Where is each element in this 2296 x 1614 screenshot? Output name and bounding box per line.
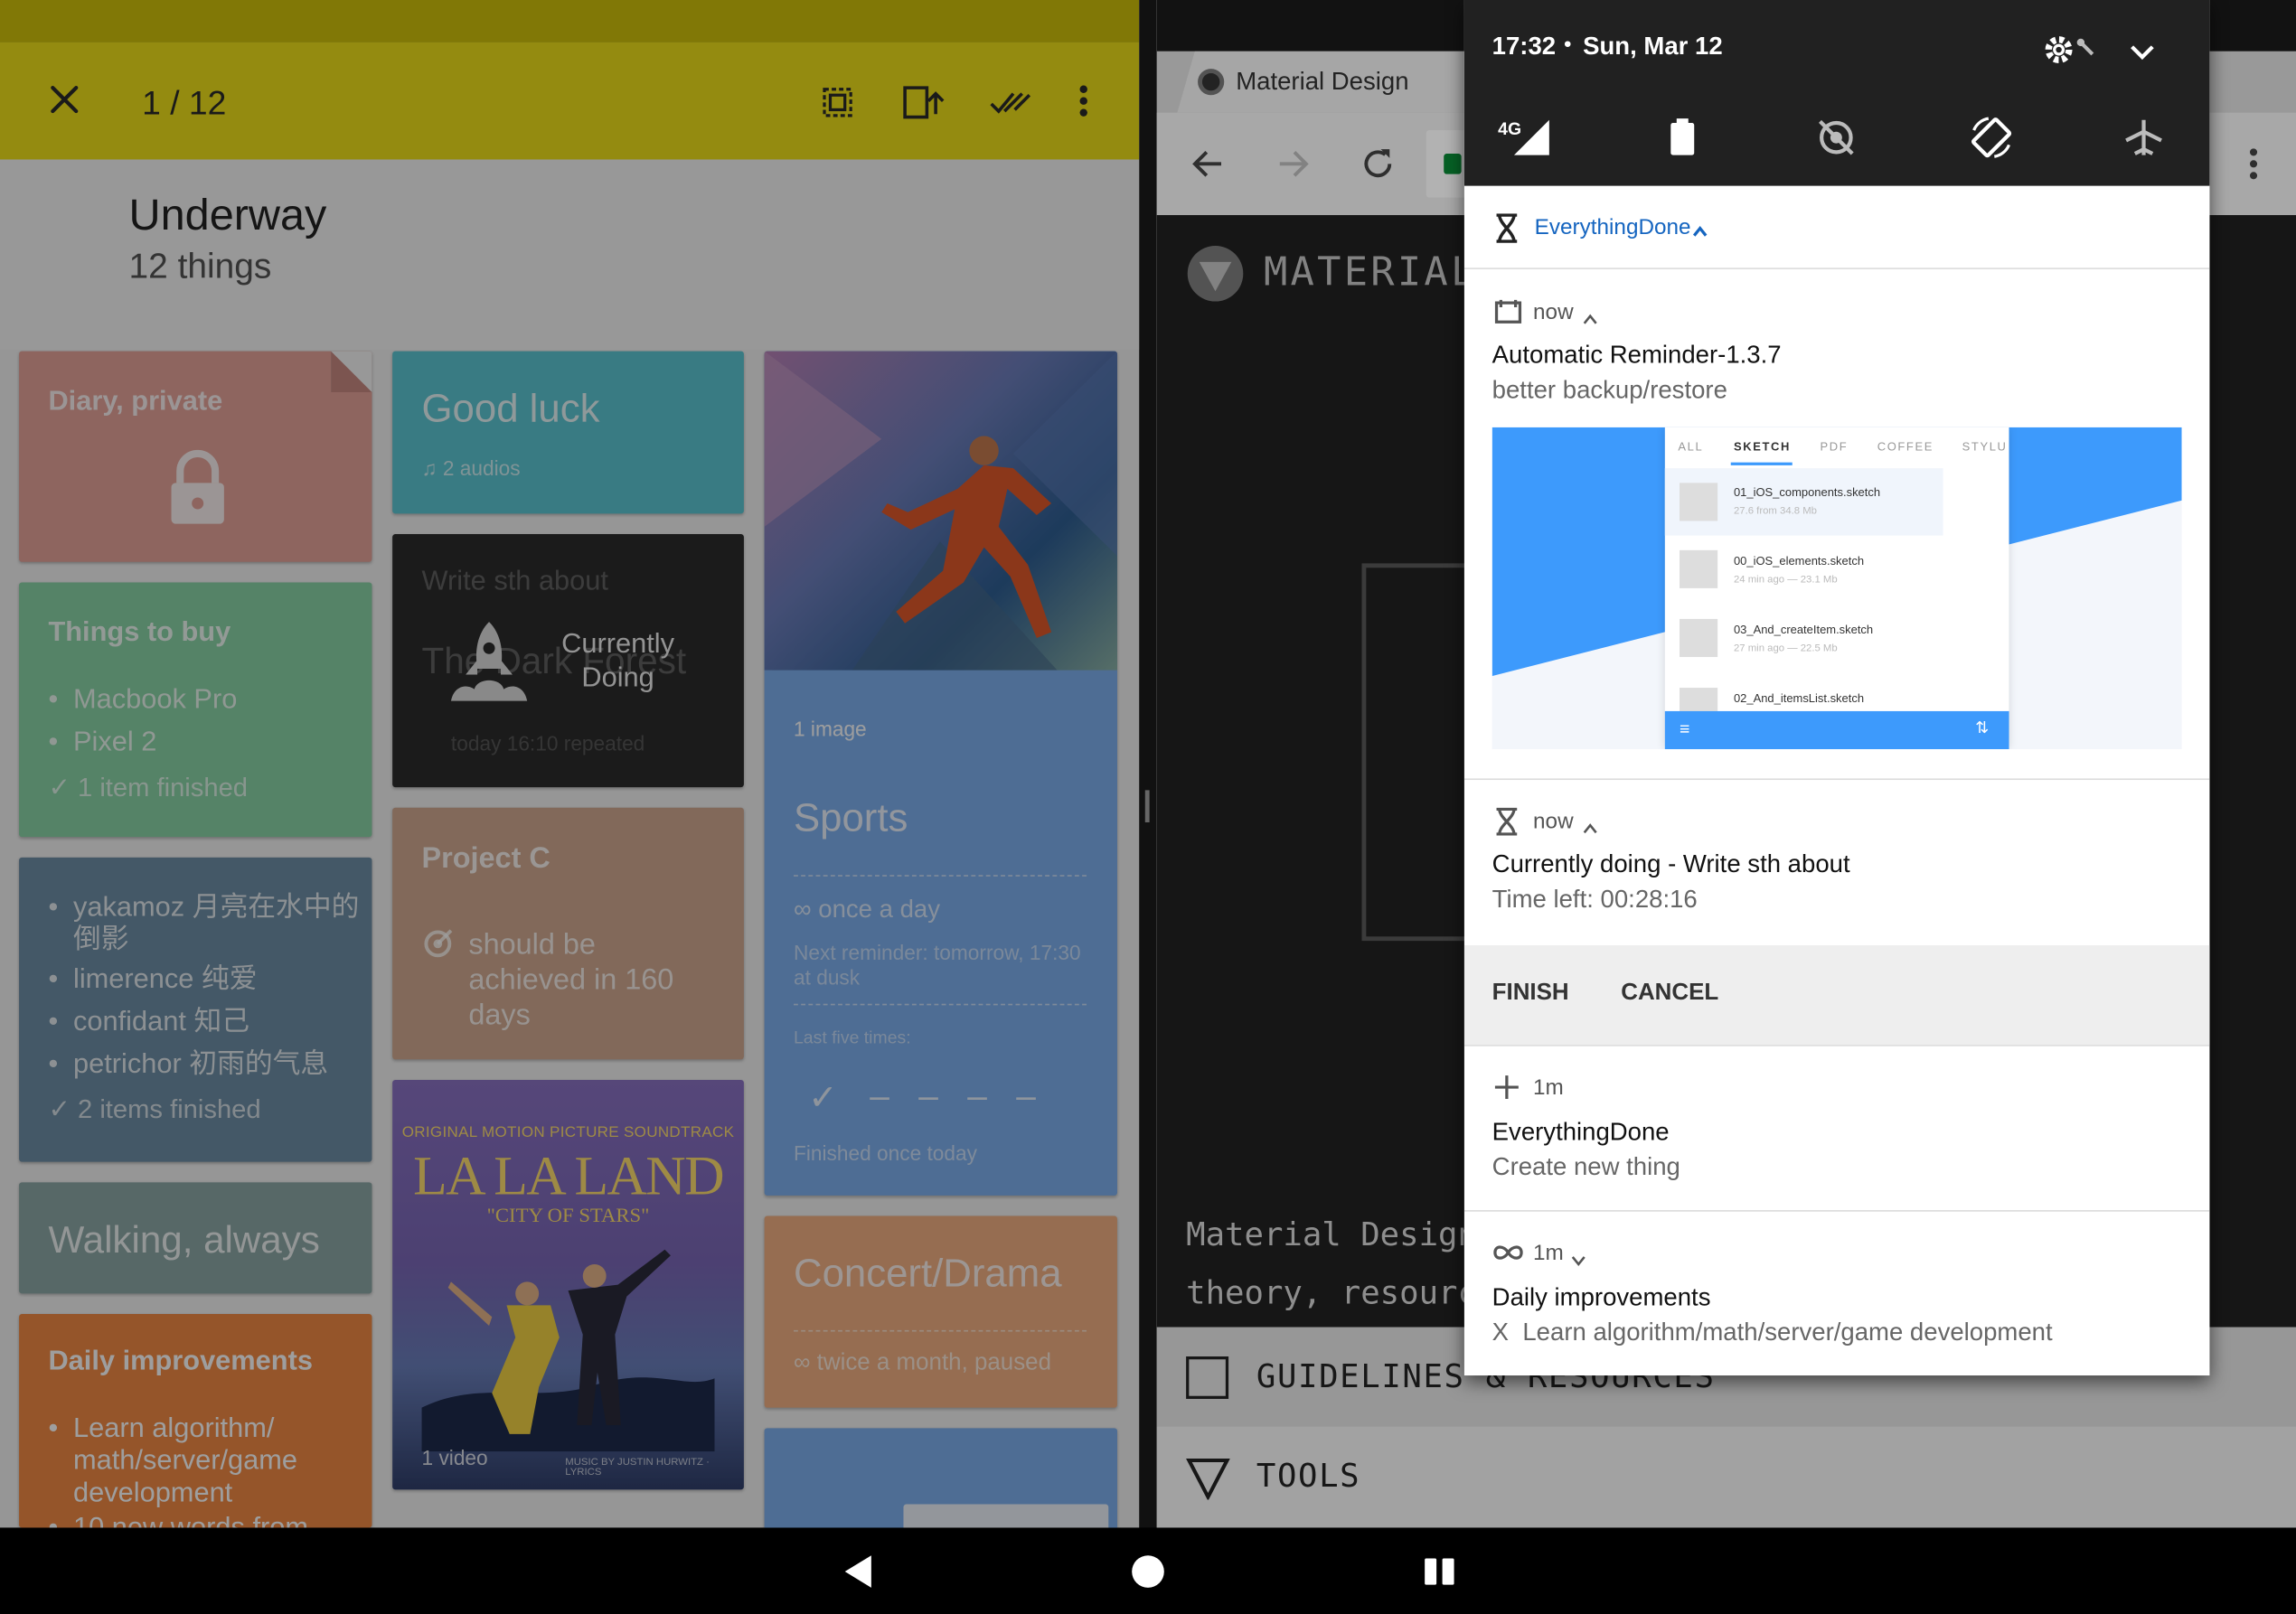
notification-title: Automatic Reminder-1.3.7 [1491,341,1782,370]
subtitle-prefix: X [1491,1318,1510,1347]
notification-subtitle: Time left: 00:28:16 [1491,885,1698,914]
split-handle[interactable] [1144,790,1150,822]
app-name: EverythingDone [1534,215,1691,240]
preview-tab: COFFEE [1877,440,1934,454]
notification-title: EverythingDone [1491,1118,1670,1146]
subtitle-text: Learn algorithm/math/server/game develop… [1522,1318,2053,1347]
scrim [0,0,1140,1528]
notification-create-new[interactable]: 1m EverythingDone Create new thing [1464,1046,2210,1210]
preview-bottom-bar: ≡ ⇅ [1664,710,2009,750]
sketch-file-icon [1680,483,1718,521]
reminder-icon [1493,298,1522,324]
sketch-file-icon [1680,618,1718,658]
add-icon [1493,1074,1520,1100]
app-group-header[interactable]: EverythingDone [1464,186,2210,268]
notification-time: now [1533,809,1574,834]
preview-tab-underline [1730,462,1793,465]
chevron-up-icon [1583,305,1597,324]
hourglass-icon [1493,213,1520,243]
preview-tab: PDF [1820,440,1849,454]
navigation-bar [0,1527,2296,1614]
filter-icon: ⇅ [1975,719,1990,738]
signal-icon[interactable] [1511,117,1552,158]
chevron-up-icon [1583,815,1597,834]
file-meta: 24 min ago — 23.1 Mb [1733,575,1838,586]
back-nav-icon[interactable] [841,1553,876,1591]
notification-subtitle: better backup/restore [1491,376,1727,404]
file-name: 00_iOS_elements.sketch [1733,554,1865,568]
finish-button[interactable]: FINISH [1492,981,1569,1007]
file-name: 02_And_itemsList.sketch [1733,691,1865,706]
notification-daily-improvements[interactable]: 1m Daily improvements X Learn algorithm/… [1464,1212,2210,1375]
chevron-up-icon [1691,220,1708,237]
notification-time: now [1533,299,1574,325]
home-nav-icon[interactable] [1132,1555,1164,1588]
notification-title: Currently doing - Write sth about [1491,849,1850,878]
status-date: Sun, Mar 12 [1583,32,1723,61]
status-time: 17:32 [1491,32,1557,61]
sketch-file-icon [1680,549,1718,588]
settings-gear-icon[interactable] [2041,33,2100,68]
chevron-down-icon [1571,1248,1586,1267]
file-name: 01_iOS_components.sketch [1733,485,1881,500]
notification-actions: FINISH CANCEL [1463,945,2210,1046]
split-divider[interactable] [1139,0,1157,1528]
notification-preview-image: ALL SKETCH PDF COFFEE STYLU 01_iOS_compo… [1491,427,2182,750]
everythingdone-app: 1 / 12 Underway 12 things Diary, private [0,0,1140,1528]
preview-tab: STYLU [1962,440,2008,454]
notification-time: 1m [1533,1241,1564,1266]
notification-shade: 17:32 • Sun, Mar 12 4G EverythingDone no… [1463,0,2210,1376]
file-meta: 27.6 from 34.8 Mb [1733,506,1817,517]
status-separator: • [1564,32,1572,58]
quick-settings-header: 17:32 • Sun, Mar 12 4G [1463,0,2210,186]
notification-currently-doing[interactable]: now Currently doing - Write sth about Ti… [1463,780,2210,1046]
loop-icon [1492,1243,1525,1263]
airplane-mode-icon[interactable] [2123,117,2164,158]
battery-icon[interactable] [1668,117,1697,158]
hourglass-icon [1495,807,1519,836]
notification-subtitle: Create new thing [1491,1152,1680,1181]
preview-panel: ALL SKETCH PDF COFFEE STYLU 01_iOS_compo… [1664,427,2009,750]
screen: 1 / 12 Underway 12 things Diary, private [0,0,2296,1614]
auto-rotate-icon[interactable] [1968,114,2015,161]
notification-title: Daily improvements [1491,1283,1711,1311]
notification-subtitle: X Learn algorithm/math/server/game devel… [1492,1318,2053,1347]
preview-tab: ALL [1678,440,1704,454]
notification-reminder[interactable]: now Automatic Reminder-1.3.7 better back… [1464,269,2210,778]
file-name: 03_And_createItem.sketch [1733,623,1874,637]
cancel-button[interactable]: CANCEL [1621,981,1718,1007]
file-meta: 27 min ago — 22.5 Mb [1733,643,1838,654]
location-off-icon[interactable] [1816,117,1857,158]
split-screen-nav-icon[interactable] [1424,1557,1456,1586]
notification-time: 1m [1533,1075,1564,1101]
chevron-down-icon[interactable] [2126,35,2159,68]
preview-tab-active: SKETCH [1733,440,1791,454]
menu-icon: ≡ [1680,718,1690,739]
